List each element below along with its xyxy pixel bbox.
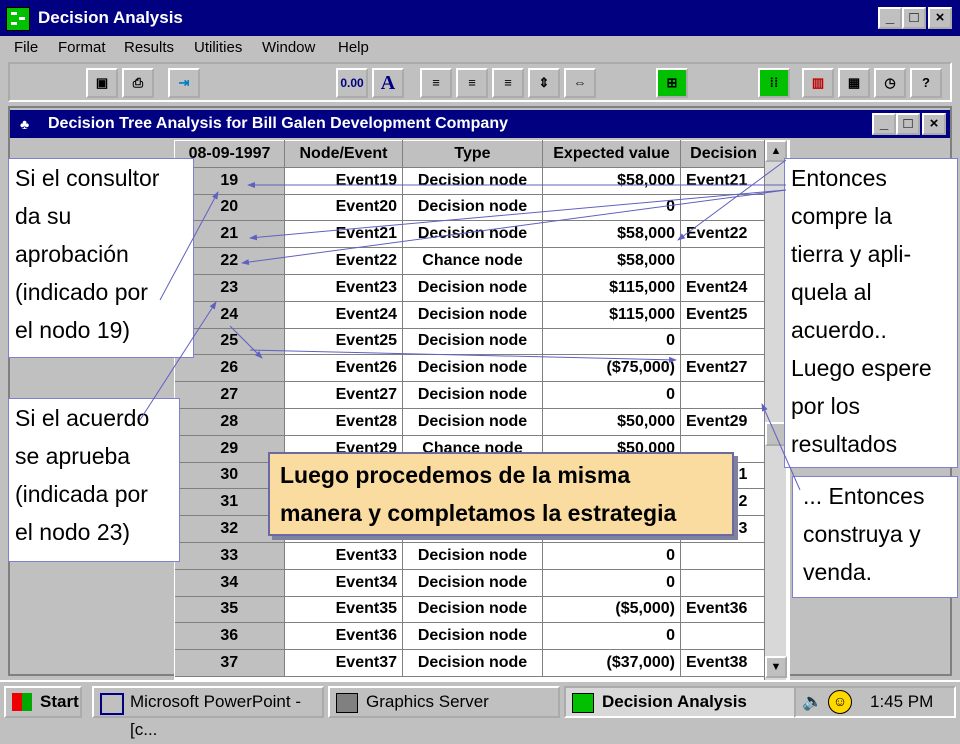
banner-line: manera y completamos la estrategia xyxy=(280,500,677,526)
taskbar: Start Microsoft PowerPoint - [c... Graph… xyxy=(0,680,960,739)
arrow xyxy=(249,349,677,363)
arrow xyxy=(241,189,787,266)
start-label: Start xyxy=(40,692,79,711)
task-powerpoint[interactable]: Microsoft PowerPoint - [c... xyxy=(92,686,324,739)
arrow xyxy=(159,191,219,301)
arrow xyxy=(249,189,787,241)
arrow xyxy=(139,301,217,421)
task-label: Graphics Server xyxy=(366,692,489,711)
start-button[interactable]: Start xyxy=(4,686,82,718)
arrow xyxy=(677,159,787,241)
strategy-banner: Luego procedemos de la misma manera y co… xyxy=(268,452,734,536)
arrow xyxy=(229,325,263,359)
annotation-arrows xyxy=(139,159,801,491)
decision-analysis-icon xyxy=(572,693,594,713)
task-graphics-server[interactable]: Graphics Server xyxy=(328,686,560,718)
banner-line: Luego procedemos de la misma xyxy=(280,462,631,488)
smiley-icon[interactable]: ☺ xyxy=(828,690,852,714)
windows-logo-icon xyxy=(12,693,32,711)
task-label: Decision Analysis xyxy=(602,692,747,711)
speaker-icon[interactable]: 🔈 xyxy=(802,688,823,716)
task-decision-analysis[interactable]: Decision Analysis xyxy=(564,686,796,718)
arrow xyxy=(761,403,801,491)
task-label: Microsoft PowerPoint - [c... xyxy=(130,692,301,739)
graphics-server-icon xyxy=(336,693,358,713)
clock[interactable]: 1:45 PM xyxy=(870,688,933,716)
powerpoint-icon xyxy=(100,693,124,715)
system-tray: 🔈 ☺ 1:45 PM xyxy=(794,686,956,718)
